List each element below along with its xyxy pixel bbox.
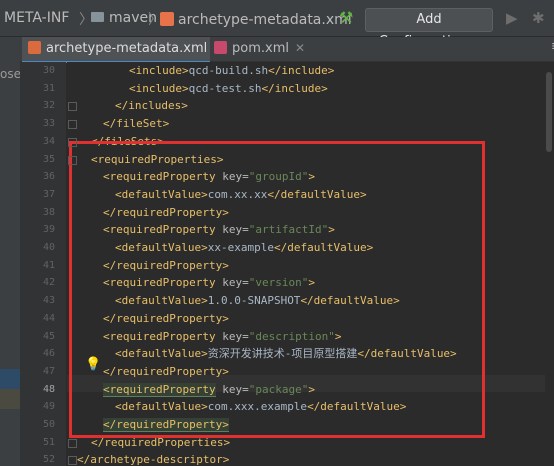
code-token-text: qcd-test.sh [188, 81, 262, 95]
add-configuration-button[interactable]: Add Configuration... [365, 8, 493, 49]
navigation-bar: META-INF 〉 maven 〉 archetype-metadata.xm… [0, 0, 554, 49]
line-number: 30 [42, 65, 55, 76]
line-number: 31 [42, 82, 55, 94]
line-number: 50 [42, 419, 55, 430]
line-number: 42 [42, 277, 55, 289]
code-token-tag: <include> [129, 81, 189, 95]
code-line: <include>qcd-test.sh</include> [129, 80, 328, 97]
run-icon[interactable]: ▶ [506, 9, 518, 27]
tab-label: archetype-metadata.xml [46, 41, 208, 56]
project-panel-label: ose [0, 67, 21, 81]
breadcrumb-item-meta-inf[interactable]: META-INF [4, 10, 69, 26]
fold-marker-icon[interactable] [68, 137, 77, 147]
hammer-icon[interactable]: ⚒ [339, 8, 353, 27]
code-line: </fileSet> [103, 115, 169, 132]
fold-marker-icon[interactable] [68, 456, 77, 466]
code-token-tag: <include> [129, 64, 189, 77]
code-token-tag: </archetype-descriptor> [77, 453, 230, 466]
maven-file-icon [214, 41, 227, 54]
scrollbar-thumb[interactable] [546, 72, 552, 152]
line-number: 45 [42, 330, 55, 342]
tab-pom[interactable]: pom.xml ✕ [210, 37, 324, 61]
line-number: 46 [42, 348, 55, 360]
line-number-gutter: 30 31 32 33 34 35 36 37 38 39 40 41 42 43 44 45 46 47 48 49… [20, 62, 66, 466]
vertical-scrollbar[interactable] [545, 62, 554, 466]
xml-file-icon [28, 41, 41, 54]
selected-row[interactable] [0, 369, 20, 389]
breadcrumb-label: META-INF [4, 10, 70, 26]
code-token-tag: </fileSet> [103, 117, 170, 131]
line-number: 39 [42, 224, 55, 236]
code-token-tag: </includes> [115, 99, 188, 113]
close-icon[interactable]: ✕ [295, 41, 305, 55]
line-number: 35 [42, 153, 55, 165]
breadcrumb-label: archetype-metadata.xml [178, 12, 352, 28]
line-number: 48 [42, 383, 55, 395]
code-token-tag: </include> [261, 81, 328, 95]
tab-label: pom.xml [232, 41, 289, 56]
code-token-text: qcd-build.sh [188, 64, 269, 77]
fold-marker-icon[interactable] [68, 438, 77, 448]
line-number: 37 [42, 188, 55, 200]
line-number: 41 [42, 259, 55, 271]
debug-icon[interactable]: ✱ [532, 9, 545, 27]
line-number: 33 [42, 118, 55, 130]
line-number: 40 [42, 242, 55, 253]
fold-marker-icon[interactable] [68, 102, 77, 112]
hover-row[interactable] [0, 389, 20, 409]
line-number: 36 [42, 171, 55, 183]
fold-marker-icon[interactable] [68, 120, 77, 130]
fold-marker-icon[interactable] [68, 155, 77, 165]
xml-file-icon [160, 12, 174, 26]
line-number: 43 [42, 295, 55, 307]
tab-archetype-metadata[interactable]: archetype-metadata.xml✕ [22, 37, 223, 63]
line-number: 34 [42, 135, 55, 147]
breadcrumb-item-file[interactable]: archetype-metadata.xml [160, 10, 352, 28]
code-token-tag: </include> [268, 64, 335, 77]
line-number: 38 [42, 206, 55, 218]
code-line: </archetype-descriptor> [77, 451, 229, 466]
line-number: 51 [42, 436, 55, 448]
line-number: 52 [42, 454, 55, 466]
editor-tabs: archetype-metadata.xml✕ pom.xml✕ ≡ [20, 37, 554, 63]
annotation-highlight-box [69, 141, 485, 438]
line-number: 49 [42, 401, 55, 413]
line-number: 47 [42, 365, 55, 377]
line-number: 32 [42, 100, 55, 112]
folder-icon [91, 12, 104, 22]
code-line: </includes> [115, 97, 188, 114]
line-number: 44 [42, 312, 55, 324]
code-line: <include>qcd-build.sh</include> [129, 62, 334, 79]
project-panel-strip: ose [0, 37, 21, 466]
